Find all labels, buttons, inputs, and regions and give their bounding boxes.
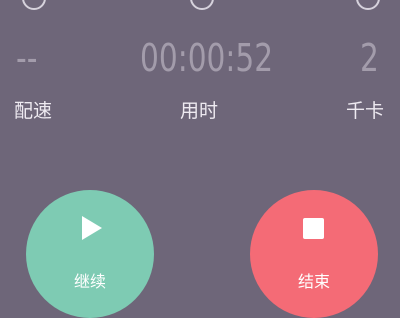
calories-label: 千卡 [346,100,385,122]
end-button-label: 结束 [297,272,330,291]
continue-button[interactable]: 继续 [26,190,154,318]
top-center-circle-icon[interactable] [190,0,214,10]
top-right-circle-icon[interactable] [356,0,380,10]
end-button[interactable]: 结束 [250,190,378,318]
calories-value: 2 [360,36,379,80]
pace-label: 配速 [14,100,53,122]
stop-icon [303,218,324,239]
duration-label: 用时 [180,100,219,122]
pace-value: -- [16,36,38,80]
continue-button-label: 继续 [73,272,106,291]
top-left-circle-icon[interactable] [22,0,46,10]
play-icon [82,216,102,240]
duration-value: 00:00:52 [140,36,274,80]
